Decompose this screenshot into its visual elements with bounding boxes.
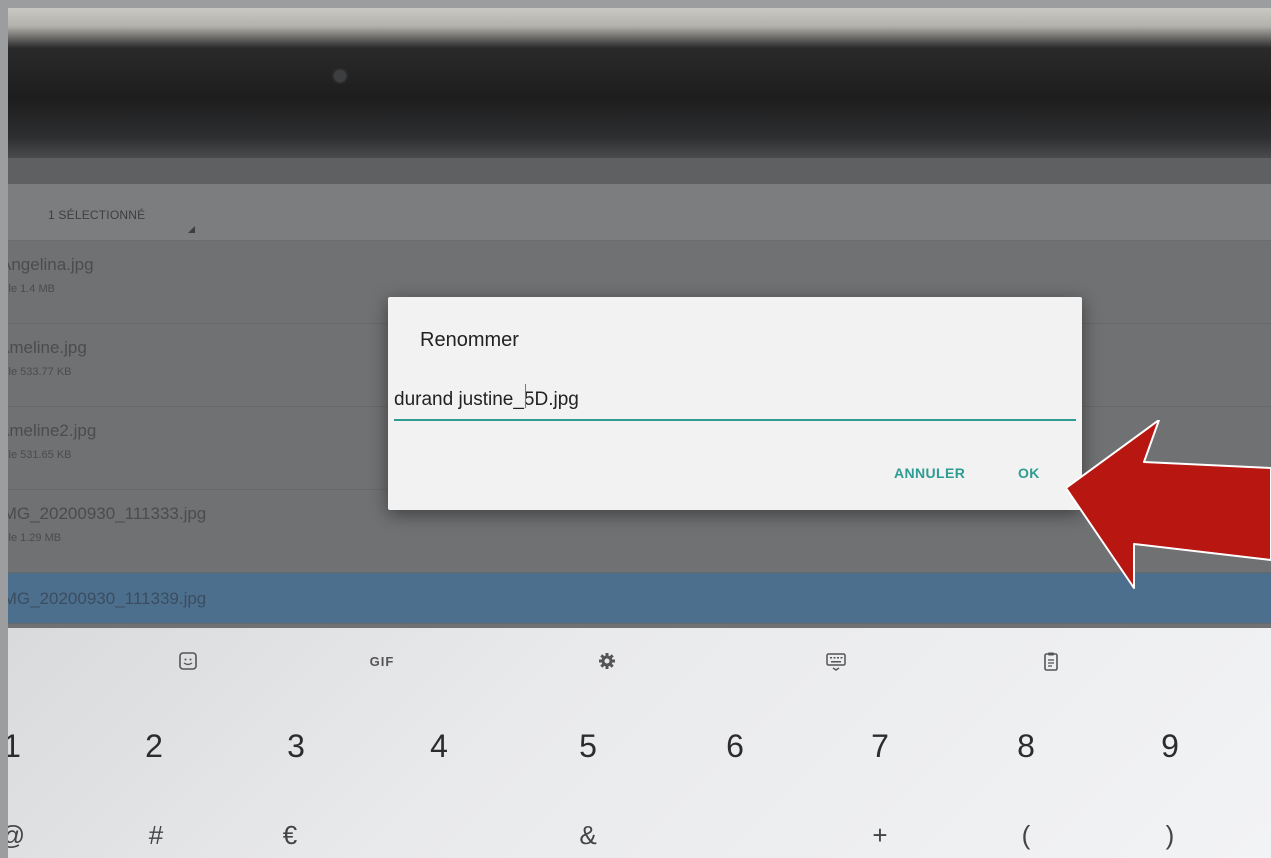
rename-dialog: Renommer ANNULER OK: [388, 297, 1082, 510]
file-name: Angelina.jpg: [0, 255, 94, 274]
tablet-bezel: [8, 8, 1271, 158]
key-4[interactable]: 4: [419, 728, 459, 765]
photo-border-left: [0, 0, 8, 858]
key-5[interactable]: 5: [568, 728, 608, 765]
gear-icon[interactable]: [595, 650, 619, 674]
key-8[interactable]: 8: [1006, 728, 1046, 765]
file-name: IMG_20200930_111339.jpg: [0, 589, 207, 608]
file-size: Taille 1.29 MB: [0, 532, 62, 544]
keyboard-icon[interactable]: [824, 650, 848, 674]
key-euro[interactable]: €: [270, 820, 310, 851]
text-cursor: [525, 384, 526, 408]
clipboard-icon[interactable]: [1039, 650, 1063, 674]
dropdown-caret-icon[interactable]: [188, 226, 195, 233]
sticker-icon[interactable]: [176, 650, 200, 674]
file-size: Taille 1.4 MB: [0, 283, 55, 295]
camera-icon: [334, 70, 346, 82]
keyboard-toolbar: GIF: [8, 628, 1271, 700]
file-name: Ameline2.jpg: [0, 421, 97, 440]
key-hash[interactable]: #: [136, 820, 176, 851]
selection-count-label: 1 SÉLECTIONNÉ: [48, 208, 146, 222]
key-2[interactable]: 2: [134, 728, 174, 765]
onscreen-keyboard: GIF 1 2 3 4 5 6 7 8 9 @ # € & + (): [0, 628, 1271, 858]
file-name: Ameline.jpg: [0, 338, 87, 357]
file-name: IMG_20200930_111333.jpg: [0, 504, 207, 523]
key-9[interactable]: 9: [1150, 728, 1190, 765]
key-plus[interactable]: +: [860, 820, 900, 851]
file-size: Taille 531.65 KB: [0, 449, 72, 461]
key-6[interactable]: 6: [715, 728, 755, 765]
cancel-button[interactable]: ANNULER: [886, 459, 973, 487]
photo-frame: 1 SÉLECTIONNÉ Angelina.jpg Taille 1.4 MB…: [0, 0, 1271, 858]
file-size: Taille 533.77 KB: [0, 366, 72, 378]
key-7[interactable]: 7: [860, 728, 900, 765]
gif-button[interactable]: GIF: [362, 650, 402, 674]
ok-button[interactable]: OK: [1010, 459, 1048, 487]
photo-border-top: [0, 0, 1271, 8]
selection-bar: 1 SÉLECTIONNÉ: [8, 184, 1271, 241]
key-3[interactable]: 3: [276, 728, 316, 765]
symbol-row: @ # € & + ( ): [0, 820, 1271, 858]
key-open-paren[interactable]: (: [1006, 820, 1046, 851]
key-ampersand[interactable]: &: [568, 820, 608, 851]
dialog-title: Renommer: [420, 329, 519, 351]
digit-row: 1 2 3 4 5 6 7 8 9: [3, 728, 1271, 788]
status-bar: [8, 158, 1271, 184]
annotation-arrow-icon: [1066, 420, 1271, 589]
rename-input[interactable]: [394, 381, 1076, 421]
key-close-paren[interactable]: ): [1150, 820, 1190, 851]
